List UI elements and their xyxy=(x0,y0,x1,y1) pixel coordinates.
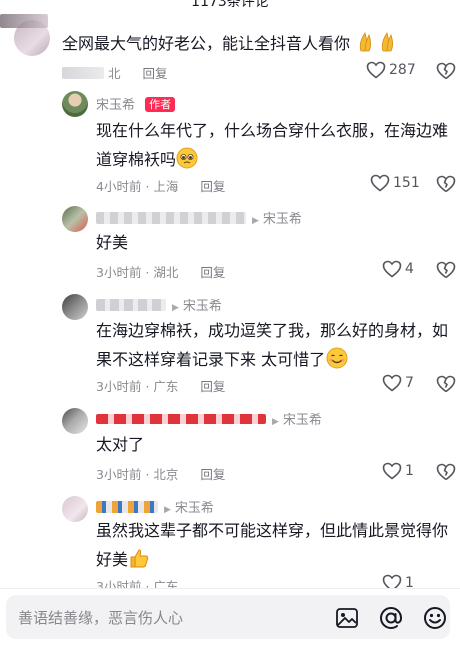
reply-username[interactable]: ▶ 宋玉希 xyxy=(96,295,222,314)
image-icon[interactable] xyxy=(334,605,360,631)
comment-meta: 4小时前 · 上海 回复 xyxy=(96,179,226,194)
comment-input-bar: 善语结善缘，恶言伤人心 xyxy=(0,588,460,645)
like-count: 287 xyxy=(389,62,416,78)
username-blurred xyxy=(96,299,166,311)
reply-button[interactable]: 回复 xyxy=(200,179,225,194)
at-icon[interactable] xyxy=(378,605,404,631)
thumbs-up-emoji xyxy=(128,547,150,578)
heart-outline-icon xyxy=(382,462,402,480)
broken-heart-icon[interactable] xyxy=(436,375,456,393)
smiling-face-emoji xyxy=(325,347,349,378)
comment-input[interactable]: 善语结善缘，恶言伤人心 xyxy=(6,595,450,639)
comment-location: 上海 xyxy=(153,179,179,194)
username-blurred xyxy=(96,501,158,513)
avatar[interactable] xyxy=(62,91,88,117)
reply-button[interactable]: 回复 xyxy=(200,379,225,394)
reply-to-name[interactable]: 宋玉希 xyxy=(175,501,214,516)
reply-item: ▶ 宋玉希 虽然我这辈子都不可能这样穿，但此情此景觉得你 好美 3小时前 · 广东… xyxy=(0,492,460,594)
comment-meta: 北 回复 xyxy=(62,63,168,82)
heart-outline-icon xyxy=(382,374,402,392)
reply-item: ▶ 宋玉希 太对了 3小时前 · 北京 回复 1 xyxy=(0,404,460,492)
reply-to-name[interactable]: 宋玉希 xyxy=(183,299,222,314)
comment-text: 虽然我这辈子都不可能这样穿，但此情此景觉得你 好美 xyxy=(96,516,448,578)
reply-button[interactable]: 回复 xyxy=(200,467,225,482)
heart-outline-icon xyxy=(366,61,386,79)
username-blurred[interactable] xyxy=(0,14,48,28)
like-count: 151 xyxy=(393,175,420,191)
heart-outline-icon xyxy=(370,174,390,192)
avatar[interactable] xyxy=(62,294,88,320)
reply-username[interactable]: ▶ 宋玉希 xyxy=(96,497,214,516)
comment-line: 现在什么年代了，什么场合穿什么衣服，在海边难 xyxy=(96,121,449,140)
comment-time: 3小时前 xyxy=(96,467,142,482)
username-blurred xyxy=(96,414,266,424)
like-button[interactable]: 287 xyxy=(366,61,416,79)
username-blurred xyxy=(96,212,246,224)
reply-username[interactable]: 宋玉希 作者 xyxy=(96,94,176,113)
comment-text: 现在什么年代了，什么场合穿什么衣服，在海边难 道穿棉袄吗 xyxy=(96,116,448,178)
comment-meta: 3小时前 · 广东 回复 xyxy=(96,379,226,394)
like-count: 4 xyxy=(405,261,414,277)
author-name[interactable]: 宋玉希 xyxy=(96,98,135,113)
comment-text: 好美 xyxy=(96,233,129,252)
comment-time: 4小时前 xyxy=(96,179,142,194)
comment-location: 北京 xyxy=(153,467,179,482)
like-button[interactable]: 1 xyxy=(382,462,414,480)
like-button[interactable]: 4 xyxy=(382,260,414,278)
avatar[interactable] xyxy=(62,408,88,434)
comment-text-content: 全网最大气的好老公，能让全抖音人看你 xyxy=(62,34,351,53)
reply-item: ▶ 宋玉希 在海边穿棉袄，成功逗笑了我，那么好的身材，如 果不这样穿着记录下来 太… xyxy=(0,290,460,404)
reply-item: ▶ 宋玉希 好美 3小时前 · 湖北 回复 4 xyxy=(0,200,460,290)
comment-location: 湖北 xyxy=(153,265,179,280)
reply-username[interactable]: ▶ 宋玉希 xyxy=(96,409,322,428)
comment-meta: 3小时前 · 北京 回复 xyxy=(96,467,226,482)
reply-button[interactable]: 回复 xyxy=(200,265,225,280)
comment-time: 3小时前 xyxy=(96,265,142,280)
input-placeholder: 善语结善缘，恶言伤人心 xyxy=(18,609,184,627)
comment-location: 北 xyxy=(107,66,121,81)
comment-time: 3小时前 xyxy=(96,379,142,394)
reply-button[interactable]: 回复 xyxy=(142,66,167,81)
comment-line-text: 果不这样穿着记录下来 太可惜了 xyxy=(96,350,326,369)
broken-heart-icon[interactable] xyxy=(436,62,456,80)
reply-to-name[interactable]: 宋玉希 xyxy=(283,413,322,428)
praying-hands-emoji xyxy=(355,31,399,62)
like-button[interactable]: 151 xyxy=(370,174,420,192)
like-count: 1 xyxy=(405,463,414,479)
broken-heart-icon[interactable] xyxy=(436,175,456,193)
broken-heart-icon[interactable] xyxy=(436,463,456,481)
broken-heart-icon[interactable] xyxy=(436,261,456,279)
like-button[interactable]: 7 xyxy=(382,374,414,392)
reply-item: 宋玉希 作者 现在什么年代了，什么场合穿什么衣服，在海边难 道穿棉袄吗 4小时前… xyxy=(0,88,460,200)
reply-username[interactable]: ▶ 宋玉希 xyxy=(96,208,302,227)
comment-meta: 3小时前 · 湖北 回复 xyxy=(96,265,226,280)
smiley-icon[interactable] xyxy=(422,605,448,631)
comment-text: 全网最大气的好老公，能让全抖音人看你 xyxy=(62,29,399,62)
avatar[interactable] xyxy=(62,206,88,232)
time-blurred xyxy=(62,67,104,79)
comment-location: 广东 xyxy=(153,379,179,394)
heart-outline-icon xyxy=(382,260,402,278)
avatar[interactable] xyxy=(62,496,88,522)
comment-item: 全网最大气的好老公，能让全抖音人看你 北 回复 287 xyxy=(0,0,460,88)
comment-text: 在海边穿棉袄，成功逗笑了我，那么好的身材，如 果不这样穿着记录下来 太可惜了 xyxy=(96,316,448,378)
comment-line-text: 道穿棉袄吗 xyxy=(96,150,177,169)
comment-line: 在海边穿棉袄，成功逗笑了我，那么好的身材，如 xyxy=(96,321,449,340)
comment-line: 虽然我这辈子都不可能这样穿，但此情此景觉得你 xyxy=(96,521,449,540)
reply-to-name[interactable]: 宋玉希 xyxy=(263,212,302,227)
comment-line-text: 好美 xyxy=(96,550,129,569)
pleading-face-emoji xyxy=(176,147,198,178)
author-badge: 作者 xyxy=(145,97,176,112)
like-count: 7 xyxy=(405,375,414,391)
comment-text: 太对了 xyxy=(96,435,145,454)
